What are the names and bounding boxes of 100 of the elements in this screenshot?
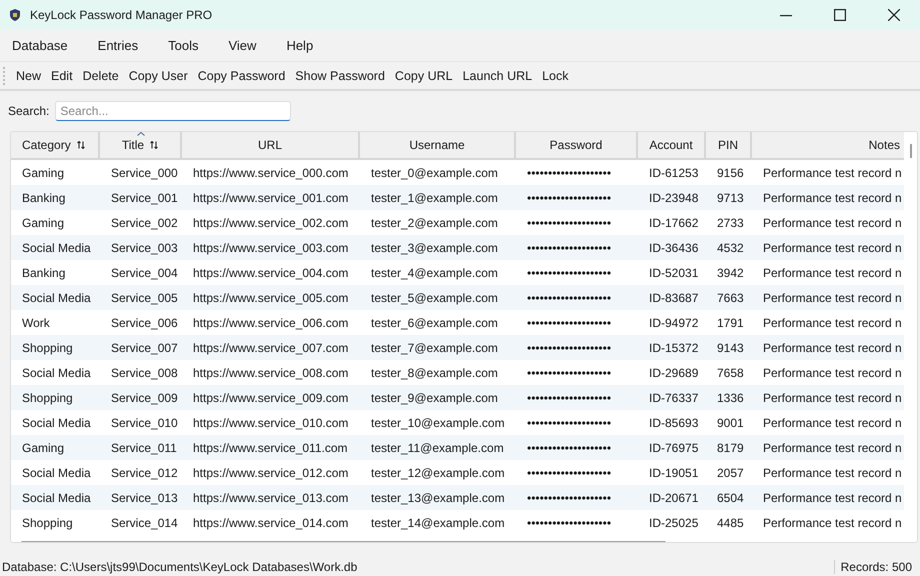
table-cell-text: Service_011	[110, 440, 178, 454]
table-cell-text: https://www.service_001.com	[192, 190, 350, 204]
sort-icon	[76, 141, 85, 149]
table-cell-text: Gaming	[21, 216, 66, 230]
table-cell-text: 9156	[716, 166, 745, 180]
toolbar-button[interactable]: Show Password	[291, 66, 389, 84]
table-cell-text: https://www.service_014.com	[192, 516, 350, 530]
table-cell-text: ••••••••••••••••••••	[526, 366, 612, 380]
table-cell-text: ID-23948	[648, 190, 700, 204]
table-cell-text: Social Media	[21, 490, 92, 504]
table-cell-text: https://www.service_011.com	[192, 440, 349, 454]
table-cell-text: ID-20671	[648, 490, 700, 504]
table-cell-text: https://www.service_002.com	[192, 216, 350, 230]
table-cell-text: 7658	[716, 366, 745, 380]
table-cell-text: Service_012	[110, 466, 179, 480]
table-cell-text: ••••••••••••••••••••	[526, 390, 612, 404]
toolbar-button[interactable]: Copy Password	[194, 66, 290, 84]
column-header[interactable]: Password	[516, 132, 638, 158]
search-label: Search:	[8, 104, 50, 118]
toolbar-button[interactable]: Lock	[538, 66, 572, 84]
table-cell-text: Performance test record n	[762, 466, 903, 480]
toolbar-button[interactable]: Copy User	[124, 66, 192, 84]
table-cell-text: 8179	[716, 440, 745, 454]
table-cell-text: Banking	[21, 266, 66, 280]
table-cell-text: 7663	[716, 290, 745, 304]
table-cell-text: https://www.service_003.com	[192, 240, 350, 254]
table-cell-text: Service_005	[110, 290, 179, 304]
table-cell-text: 4532	[716, 240, 745, 254]
column-header[interactable]: Category	[11, 132, 100, 158]
table-cell-text: 2733	[716, 216, 745, 230]
table-cell-text: Performance test record n	[762, 166, 903, 180]
menu-item[interactable]: Tools	[160, 38, 206, 52]
table-cell-text: https://www.service_008.com	[192, 366, 350, 380]
table-cell-text: Service_009	[110, 390, 179, 404]
close-icon[interactable]	[888, 9, 900, 21]
table-cell-text: ••••••••••••••••••••	[526, 290, 612, 304]
table-cell-text: Shopping	[21, 516, 74, 530]
search-field[interactable]: Search...	[55, 101, 292, 121]
table-cell-text: Banking	[21, 190, 66, 204]
table-cell-text: ••••••••••••••••••••	[526, 266, 612, 280]
table-cell-text: ID-61253	[648, 166, 700, 180]
table-cell-text: ID-15372	[648, 340, 700, 354]
column-header[interactable]: Account	[638, 132, 706, 158]
table-cell-text: tester_6@example.com	[370, 316, 499, 330]
scrollbar-thumb[interactable]	[910, 144, 912, 158]
table-cell-text: ID-17662	[648, 216, 700, 230]
menu-item[interactable]: Entries	[90, 38, 146, 52]
table-cell-text: Social Media	[21, 416, 92, 430]
menu-item[interactable]: Database	[4, 38, 76, 52]
table-cell-text: ID-25025	[648, 516, 700, 530]
sort-caret-icon	[137, 132, 145, 136]
table-cell-text: ••••••••••••••••••••	[526, 340, 612, 354]
column-header[interactable]: Username	[360, 132, 516, 158]
table-cell-text: Performance test record n	[762, 366, 903, 380]
toolbar-button[interactable]: Copy URL	[390, 66, 457, 84]
table-cell-text: https://www.service_005.com	[192, 290, 350, 304]
column-header[interactable]: PIN	[706, 132, 752, 158]
table-cell-text: Performance test record n	[762, 240, 903, 254]
table-cell-text: tester_13@example.com	[370, 490, 506, 504]
table-cell-text: Performance test record n	[762, 490, 903, 504]
table-cell-text: Performance test record n	[762, 216, 903, 230]
table-cell-text: 1791	[716, 316, 745, 330]
toolbar-button[interactable]: New	[12, 66, 46, 84]
table-cell-text: Service_003	[110, 240, 179, 254]
table-cell-text: tester_9@example.com	[370, 390, 499, 404]
table-cell-text: tester_8@example.com	[370, 366, 499, 380]
table-cell-text: tester_4@example.com	[370, 266, 499, 280]
table-cell-text: Shopping	[21, 390, 74, 404]
table-cell-text: https://www.service_006.com	[192, 316, 350, 330]
table-cell-text: ID-36436	[648, 240, 700, 254]
table-cell-text: Service_004	[110, 266, 179, 280]
table-cell-text: Social Media	[21, 466, 92, 480]
table-cell-text: Gaming	[21, 440, 66, 454]
sort-icon	[150, 141, 158, 149]
table-cell-text: tester_2@example.com	[370, 216, 499, 230]
table-cell-text: Performance test record n	[762, 516, 903, 530]
toolbar-button[interactable]: Delete	[78, 66, 123, 84]
toolbar-button[interactable]: Launch URL	[458, 66, 536, 84]
table-cell-text: Service_013	[110, 490, 179, 504]
column-header[interactable]: Notes	[752, 132, 904, 158]
menu-item[interactable]: View	[220, 38, 264, 52]
toolbar-button[interactable]: Edit	[47, 66, 77, 84]
table-cell-text: Performance test record n	[762, 316, 903, 330]
column-header[interactable]: URL	[182, 132, 360, 158]
table-cell-text: https://www.service_012.com	[192, 466, 350, 480]
table-cell-text: ••••••••••••••••••••	[526, 316, 612, 330]
table-cell-text: tester_0@example.com	[370, 166, 499, 180]
table-cell-text: https://www.service_004.com	[192, 266, 350, 280]
window-title: KeyLock Password Manager PRO	[30, 8, 212, 22]
menu-item[interactable]: Help	[278, 38, 322, 52]
table-cell-text: Work	[21, 316, 51, 330]
table-cell-text: tester_3@example.com	[370, 240, 499, 254]
table-cell-text: ID-76975	[648, 440, 700, 454]
maximize-icon[interactable]	[834, 9, 846, 21]
table-cell-text: tester_10@example.com	[370, 416, 506, 430]
table-cell-text: Service_007	[110, 340, 179, 354]
column-header[interactable]: Title	[100, 132, 182, 158]
table-cell-text: tester_11@example.com	[370, 440, 505, 454]
table-cell-text: ••••••••••••••••••••	[526, 216, 612, 230]
table-cell-text: ••••••••••••••••••••	[526, 416, 612, 430]
